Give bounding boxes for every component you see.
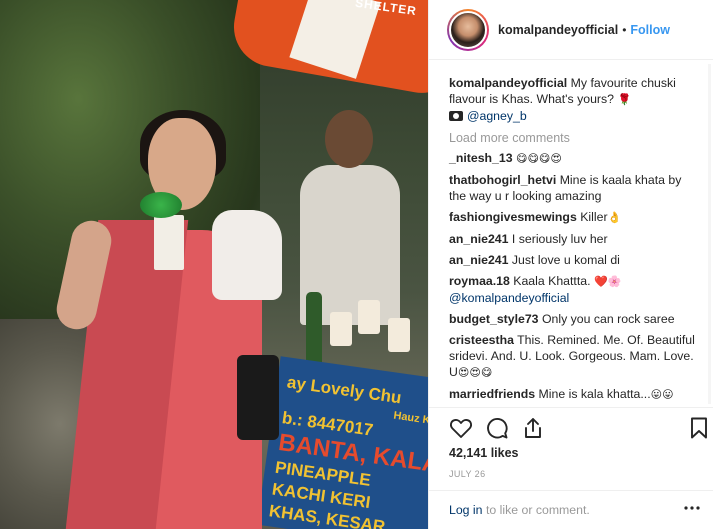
photo-cups [330, 292, 428, 362]
photo-cup [358, 300, 380, 334]
rose-emoji: 🌹 [617, 94, 632, 106]
comment-text: Kaala Khattta. [513, 274, 591, 288]
photo-woman [53, 110, 302, 529]
comment-item: budget_style73 Only you can rock saree [449, 311, 700, 327]
avatar[interactable] [447, 8, 489, 51]
comment-item: an_nie241 Just love u komal di [449, 252, 700, 268]
comment-emoji: 👌 [607, 212, 622, 224]
username-link[interactable]: komalpandeyofficial [498, 23, 618, 37]
comment-username[interactable]: an_nie241 [449, 232, 508, 246]
comment-item: marriedfriends Mine is kala khatta...😛😛 [449, 386, 700, 403]
comment-emoji: ❤️🌸 [593, 276, 622, 288]
caption-credit-mention[interactable]: @agney_b [467, 109, 527, 123]
comment-emoji: 😛😛 [650, 389, 674, 401]
comment-item: _nitesh_13 😋😋😋😍 [449, 150, 700, 167]
comment-emoji: 😍😍😋 [457, 367, 493, 379]
action-bar [429, 407, 713, 447]
post-side-panel: komalpandeyofficial • Follow komalpandey… [428, 0, 713, 529]
photo-vendor-head [325, 110, 373, 168]
comment-username[interactable]: an_nie241 [449, 253, 508, 267]
comment-mention[interactable]: @komalpandeyofficial [449, 291, 569, 305]
comment-item: fashiongivesmewings Killer👌 [449, 209, 700, 226]
camera-icon [449, 111, 463, 121]
comment-text: I seriously luv her [511, 232, 608, 246]
share-icon[interactable] [521, 416, 545, 440]
load-more-comments-button[interactable]: Load more comments [449, 131, 700, 145]
photo-cup [388, 318, 410, 352]
comment-username[interactable]: marriedfriends [449, 387, 535, 401]
comment-username[interactable]: budget_style73 [449, 312, 539, 326]
comments-scrollbar[interactable] [708, 64, 711, 404]
more-options-icon[interactable] [684, 505, 700, 511]
post-photo[interactable]: SHELTER ay Lovely Chu Hauz Khas b.: 8447… [0, 0, 428, 529]
comment-username[interactable]: fashiongivesmewings [449, 210, 577, 224]
comment-text: Only you can rock saree [541, 312, 675, 326]
comment-item: cristeestha This. Remined. Me. Of. Beaut… [449, 332, 700, 381]
login-prompt-text: to like or comment. [485, 503, 590, 517]
login-prompt: Log in to like or comment. [429, 490, 713, 529]
heart-icon[interactable] [449, 416, 473, 440]
comment-item: roymaa.18 Kaala Khattta. ❤️🌸 @komalpande… [449, 273, 700, 306]
avatar-image [449, 10, 487, 49]
login-link[interactable]: Log in [449, 503, 483, 517]
photo-blouse [212, 210, 282, 300]
caption-username[interactable]: komalpandeyofficial [449, 76, 567, 90]
comment-item: an_nie241 I seriously luv her [449, 231, 700, 247]
comment-username[interactable]: cristeestha [449, 333, 514, 347]
follow-button[interactable]: Follow [630, 23, 670, 37]
comment-username[interactable]: thatbohogirl_hetvi [449, 173, 556, 187]
comment-emoji: 😋😋😋😍 [516, 153, 562, 165]
comment-text: Mine is kala khatta... [538, 387, 651, 401]
post-header: komalpandeyofficial • Follow [429, 0, 713, 60]
comment-text: Just love u komal di [511, 253, 620, 267]
photo-vendor [295, 110, 405, 325]
comments-list[interactable]: komalpandeyofficial My favourite chuski … [429, 61, 713, 407]
photo-bag [237, 355, 279, 440]
post-caption: komalpandeyofficial My favourite chuski … [449, 75, 700, 124]
instagram-post: SHELTER ay Lovely Chu Hauz Khas b.: 8447… [0, 0, 713, 529]
photo-glass [154, 215, 184, 270]
bookmark-icon[interactable] [687, 416, 711, 440]
comment-username[interactable]: _nitesh_13 [449, 151, 513, 165]
comment-item: thatbohogirl_hetvi Mine is kaala khata b… [449, 172, 700, 204]
post-date[interactable]: JULY 26 [449, 469, 486, 479]
likes-count[interactable]: 42,141 likes [449, 446, 519, 460]
comment-icon[interactable] [485, 416, 509, 440]
separator-dot: • [622, 22, 627, 37]
comment-text: Killer [580, 210, 608, 224]
photo-cup [330, 312, 352, 346]
comment-username[interactable]: roymaa.18 [449, 274, 510, 288]
photo-chuski [140, 192, 182, 218]
